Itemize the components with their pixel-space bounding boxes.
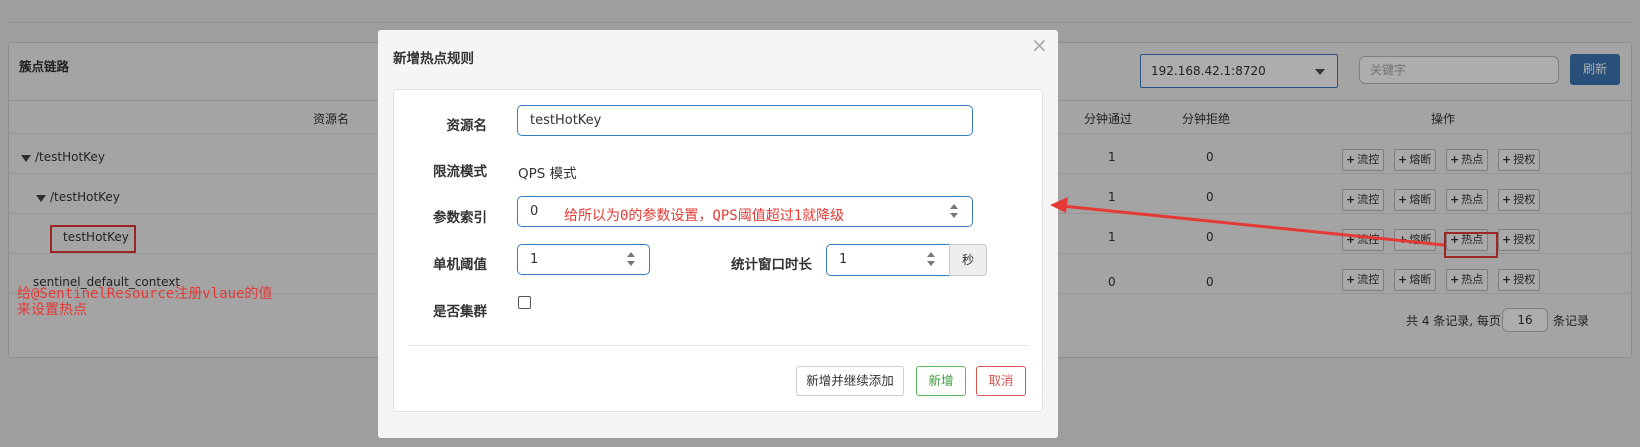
- annotation-arrow-icon: [1050, 197, 1445, 247]
